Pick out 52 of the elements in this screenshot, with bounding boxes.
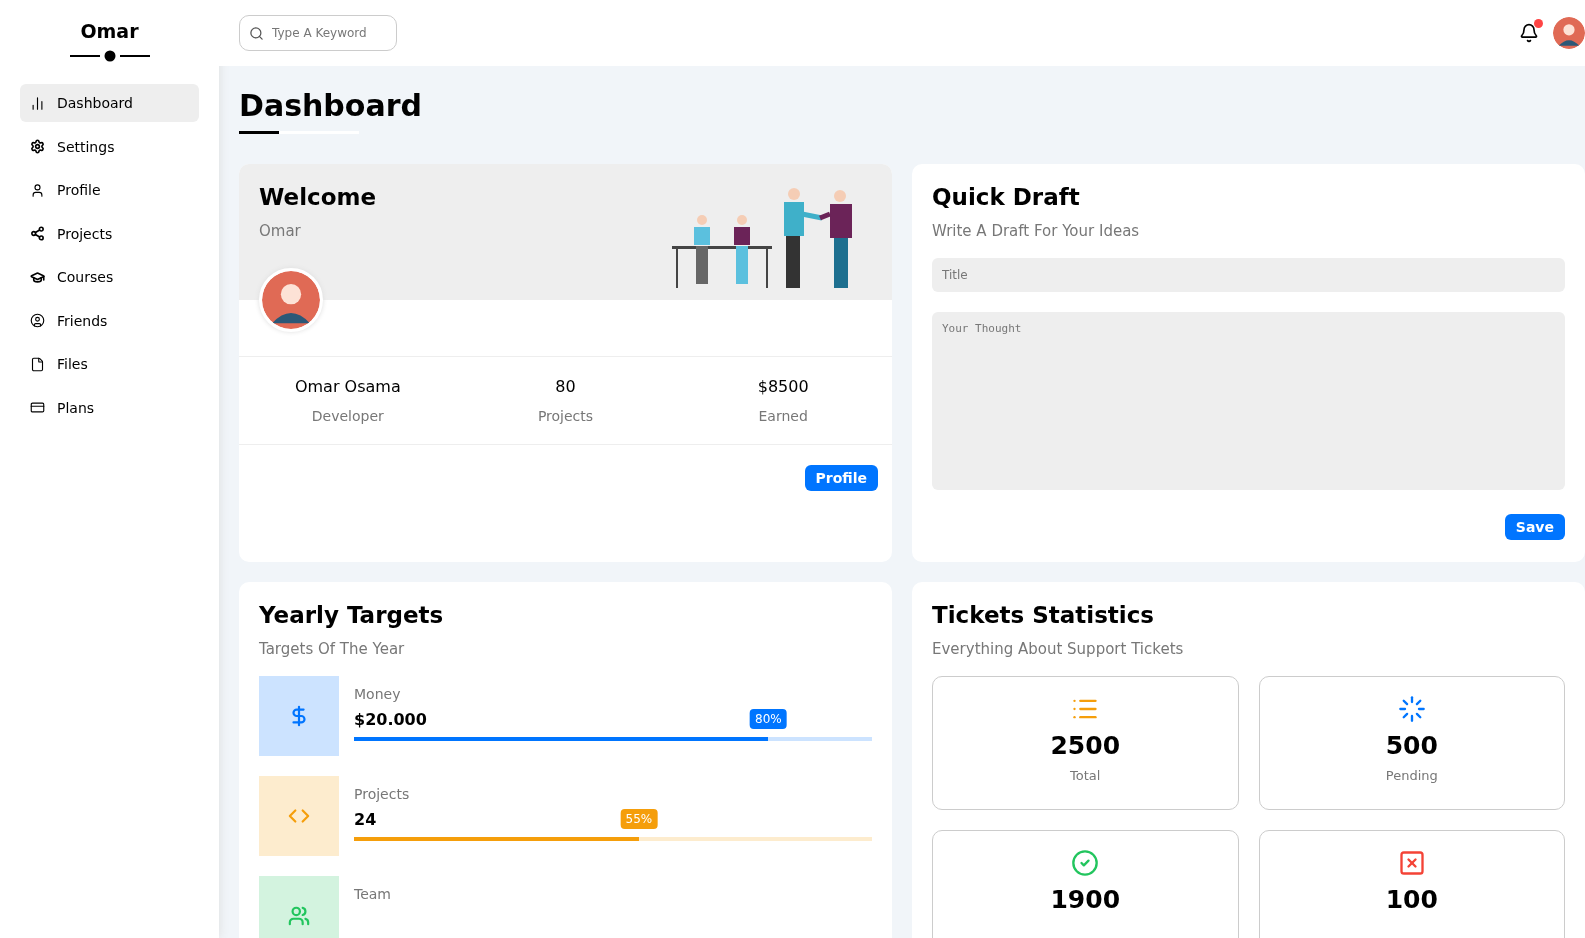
sidebar-title: Omar <box>79 20 140 42</box>
graduation-cap-icon <box>30 269 45 285</box>
progress-badge: 55% <box>620 809 658 829</box>
title-field[interactable]: Title <box>932 258 1565 292</box>
search-bar[interactable]: Type A Keyword <box>239 15 397 51</box>
stat-label: Projects <box>536 408 595 424</box>
welcome-name: Omar <box>259 222 302 240</box>
card-subtitle: Targets Of The Year <box>259 640 406 658</box>
ticket-count: 1900 <box>1050 885 1121 914</box>
ticket-label: Pending <box>1385 768 1438 783</box>
settings-icon <box>30 139 45 154</box>
sidebar-item[interactable]: Dashboard <box>20 84 199 122</box>
target-label: Projects <box>354 786 411 802</box>
ticket-count: 100 <box>1385 885 1438 914</box>
search-icon <box>249 25 264 41</box>
user-avatar <box>1553 17 1585 49</box>
stat-label: Earned <box>757 408 809 424</box>
divider-dot-icon <box>69 50 150 62</box>
chart-icon <box>30 95 45 111</box>
user-icon <box>30 182 45 198</box>
target-value: 24 <box>354 810 377 829</box>
check-circle-icon <box>1071 849 1100 877</box>
credit-card-icon <box>30 400 45 415</box>
progress-badge: 80% <box>750 709 787 729</box>
target-label: Team <box>354 886 392 902</box>
x-square-icon <box>1397 849 1426 877</box>
stat-label: Developer <box>310 408 385 424</box>
welcome-title: Welcome <box>259 184 377 210</box>
card-title: Yearly Targets <box>259 602 445 628</box>
target-label: Money <box>354 686 402 702</box>
stat-value: $8500 <box>756 377 810 396</box>
ticket-count: 2500 <box>1050 731 1121 760</box>
users-icon <box>288 905 310 927</box>
notification-icon[interactable] <box>1519 23 1539 43</box>
spinner-icon <box>1397 695 1426 723</box>
ticket-label: Total <box>1070 768 1101 783</box>
profile-button[interactable]: Profile <box>804 465 878 491</box>
page-title: Dashboard <box>239 88 422 123</box>
target-value: $20.000 <box>354 710 427 729</box>
save-button[interactable]: Save <box>1504 514 1565 540</box>
card-subtitle: Write A Draft For Your Ideas <box>932 222 1141 240</box>
ticket-count: 500 <box>1385 731 1438 760</box>
stat-value: Omar Osama <box>293 377 402 396</box>
card-subtitle: Everything About Support Tickets <box>932 640 1185 658</box>
card-title: Quick Draft <box>932 184 1081 210</box>
card-title: Tickets Statistics <box>932 602 1156 628</box>
user-circle-icon <box>30 313 45 328</box>
stat-value: 80 <box>554 377 577 396</box>
nodes-icon <box>30 226 45 241</box>
thought-field[interactable]: Your Thought <box>932 312 1565 490</box>
file-icon <box>30 356 45 372</box>
profile-avatar <box>259 268 323 332</box>
